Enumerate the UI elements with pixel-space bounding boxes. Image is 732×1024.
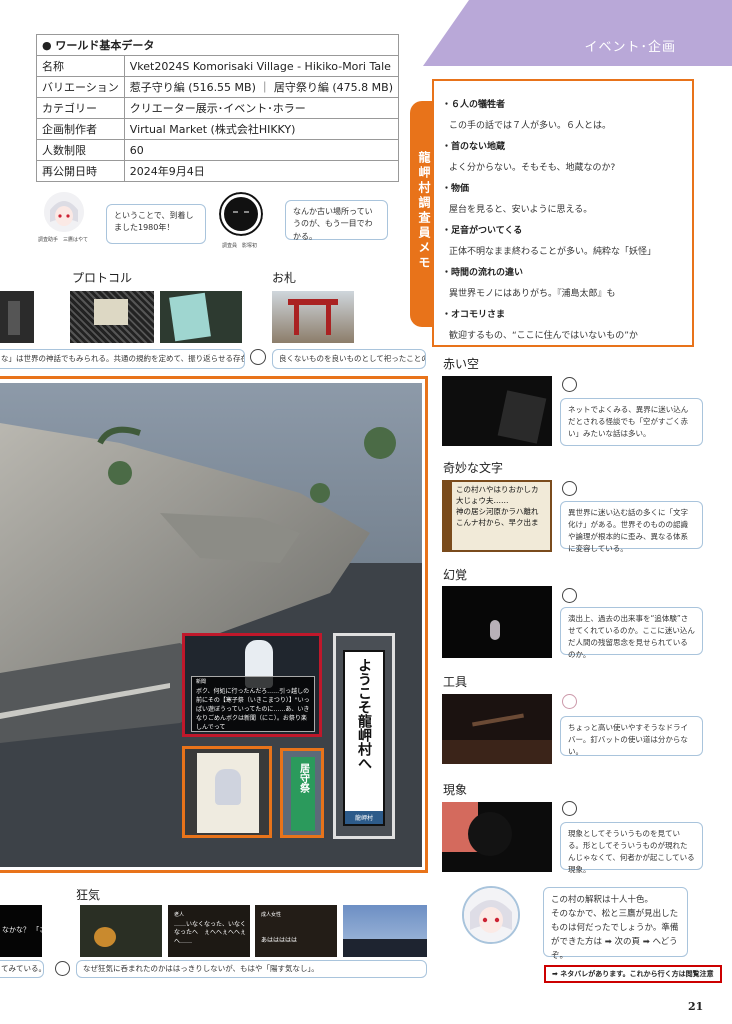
sign-board: この村ハやはりおかしカ 大じょウ夫…… 神の居シ河原かラハ離れ こんナ村から、早… bbox=[452, 482, 550, 550]
ofuda-note: 良くないものを良いものとして祀ったことの名残か bbox=[272, 349, 426, 369]
protocol-note: な」は世界の神話でもみられる。共通の規約を定めて、振り返らせる存在を分別する bbox=[0, 349, 245, 369]
madness-note: なぜ狂気に呑まれたのかははっきりしないが、もはや「陽す気なし」。 bbox=[76, 960, 427, 978]
side-item-note: 異世界に迷い込む話の多くに「文字化け」がある。世界そのものの認識や論理が根本的に… bbox=[560, 501, 703, 553]
table-row: バリエーション 惹子守り編 (516.55 MB) ｜ 居守祭り編 (475.8 … bbox=[36, 76, 399, 98]
memo-item: ・足音がついてくる 正体不明なまま終わることが多い。純粋な「妖怪」 bbox=[442, 226, 657, 257]
madness-thumb-text: あははははは bbox=[261, 937, 298, 944]
page-number: 21 bbox=[688, 1000, 704, 1013]
small-avatar bbox=[562, 377, 577, 392]
strange-text-photo: この村ハやはりおかしカ 大じょウ夫…… 神の居シ河原かラハ離れ こんナ村から、早… bbox=[442, 480, 552, 552]
side-item-note: 演出上、過去の出来事を“追体験”させてくれているのか。ここに迷い込んだ人間の残留… bbox=[560, 607, 703, 659]
world-data-table: ● ワールド基本データ 名称 Vket2024S Komorisaki Villa… bbox=[36, 34, 399, 182]
avatar bbox=[462, 886, 520, 944]
table-row: 企画制作者 Virtual Market (株式会社HIKKY) bbox=[36, 118, 399, 140]
festival-banner: 居守祭 bbox=[291, 757, 315, 831]
avatar-portrait-icon bbox=[219, 192, 263, 236]
investigator-memo: ・６人の犠牲者 この手の話では７人が多い。６人とは。 ・首のない地蔵 よく分からない… bbox=[432, 79, 694, 347]
table-row: 名称 Vket2024S Komorisaki Village - Hikiko-… bbox=[36, 55, 399, 77]
small-avatar bbox=[562, 694, 577, 709]
side-item-title: 現象 bbox=[443, 783, 468, 797]
welcome-sign-foot: 龍岬村 bbox=[345, 811, 383, 824]
dialog-text: ボク、何処に行ったんだろ……引っ越しの前にその【寒子祭（いきこまつり）】"いっぱ… bbox=[196, 687, 310, 731]
closing-line: そのなかで、松と三鷹が見出したものは何だったでしょうか。準備ができた方は ➡ 次… bbox=[551, 909, 679, 962]
dialog-speaker: 新聞 bbox=[196, 679, 207, 685]
avatar bbox=[219, 192, 263, 236]
small-avatar bbox=[562, 801, 577, 816]
spoiler-warning: ➡ ネタバレがあります。これから行く方は閲覧注意 bbox=[544, 965, 722, 983]
ofuda-photo bbox=[272, 291, 354, 343]
character-dialog-card: 新聞 ボク、何処に行ったんだろ……引っ越しの前にその【寒子祭（いきこまつり）】"… bbox=[182, 633, 322, 737]
memo-item: ・オコモリさま 歓迎するもの、“ここに住んではいないもの”か bbox=[442, 310, 638, 341]
tools-photo bbox=[442, 694, 552, 764]
avatar-portrait-icon bbox=[44, 192, 84, 232]
festival-banner-card: 居守祭 bbox=[280, 748, 324, 838]
welcome-sign-text: ようこそ龍岬村へ bbox=[356, 658, 372, 770]
memo-item: ・物価 屋台を見ると、安いように思える。 bbox=[442, 184, 593, 215]
hallucination-photo bbox=[442, 586, 552, 658]
madness-left-photo: なかな？ 「さ bbox=[0, 905, 42, 957]
closing-comment: この村の解釈は十人十色。 そのなかで、松と三鷹が見出したものは何だったでしょうか… bbox=[543, 887, 688, 961]
avatar-portrait-icon bbox=[464, 888, 518, 942]
section-banner: イベント･企画 bbox=[423, 0, 732, 66]
avatar-caption: 調査助手 三鷹はやて bbox=[38, 237, 89, 243]
section-heading-protocol: プロトコル bbox=[72, 271, 133, 285]
madness-left-note: てみている。 bbox=[0, 960, 44, 978]
side-item-title: 幻覚 bbox=[443, 568, 468, 582]
table-row: 再公開日時 2024年9月4日 bbox=[36, 160, 399, 182]
madness-photo bbox=[343, 905, 427, 957]
section-title: イベント･企画 bbox=[584, 40, 676, 55]
poster-card bbox=[182, 746, 272, 838]
side-item-title: 工具 bbox=[443, 675, 468, 689]
madness-thumb-label: 成人女性 bbox=[261, 912, 282, 918]
small-avatar bbox=[562, 588, 577, 603]
madness-photo: 老人 ……いなくなった、いなくなったへ ぇへへぇへへぇへ…… bbox=[168, 905, 250, 957]
madness-left-text: なかな？ 「さ bbox=[2, 926, 42, 934]
dialog-box: 新聞 ボク、何処に行ったんだろ……引っ越しの前にその【寒子祭（いきこまつり）】"… bbox=[191, 676, 315, 732]
small-avatar bbox=[55, 961, 70, 976]
section-heading-madness: 狂気 bbox=[76, 888, 101, 902]
welcome-sign: ようこそ龍岬村へ 龍岬村 bbox=[343, 650, 385, 826]
protocol-photo bbox=[160, 291, 242, 343]
table-heading: ● ワールド基本データ bbox=[36, 34, 399, 56]
missing-poster bbox=[197, 753, 259, 833]
comment-bubble: ということで、到着しました1980年！ bbox=[106, 204, 206, 244]
memo-tab-label: 龍岬村調査員メモ bbox=[417, 151, 431, 271]
protocol-photo bbox=[0, 291, 34, 343]
phenomenon-photo bbox=[442, 802, 552, 872]
madness-photo: 成人女性 あははははは bbox=[255, 905, 337, 957]
welcome-sign-card: ようこそ龍岬村へ 龍岬村 bbox=[333, 633, 395, 839]
festival-banner-text: 居守祭 bbox=[297, 763, 309, 793]
memo-item: ・時間の流れの違い 異世界モノにはありがち。『浦島太郎』も bbox=[442, 268, 616, 299]
small-avatar bbox=[562, 481, 577, 496]
table-row: カテゴリー クリエーター展示･イベント･ホラー bbox=[36, 97, 399, 119]
memo-item: ・６人の犠牲者 この手の話では７人が多い。６人とは。 bbox=[442, 100, 612, 131]
red-sky-photo bbox=[442, 376, 552, 446]
side-item-note: ネットでよくみる、異界に迷い込んだとされる怪談でも「空がすごく赤い」みたいな話は… bbox=[560, 398, 703, 446]
side-item-note: ちょっと高い使いやすそうなドライバー。釘バットの使い道は分からない。 bbox=[560, 716, 703, 756]
side-item-note: 現象としてそういうものを見ている。形としてそういうものが現れたんじゃなくて、何者… bbox=[560, 822, 703, 874]
memo-item: ・首のない地蔵 よく分からない。そもそも、地蔵なのか? bbox=[442, 142, 616, 173]
madness-thumb-text: ……いなくなった、いなくなったへ ぇへへぇへへぇへ…… bbox=[174, 921, 247, 945]
side-item-title: 奇妙な文字 bbox=[443, 461, 504, 475]
comment-bubble: なんか古い場所っていうのが、もう一目でわかる。 bbox=[285, 200, 388, 241]
small-avatar bbox=[250, 349, 266, 365]
main-scene-image: 新聞 ボク、何処に行ったんだろ……引っ越しの前にその【寒子祭（いきこまつり）】"… bbox=[0, 383, 422, 867]
avatar-caption: 調査員 影塚初 bbox=[222, 243, 258, 249]
protocol-photo bbox=[70, 291, 154, 343]
side-item-title: 赤い空 bbox=[443, 357, 480, 371]
section-heading-ofuda: お札 bbox=[272, 271, 297, 285]
table-row: 人数制限 60 bbox=[36, 139, 399, 161]
madness-thumb-label: 老人 bbox=[174, 912, 185, 918]
madness-photo bbox=[80, 905, 162, 957]
avatar bbox=[44, 192, 84, 232]
closing-line: この村の解釈は十人十色。 bbox=[551, 895, 654, 905]
